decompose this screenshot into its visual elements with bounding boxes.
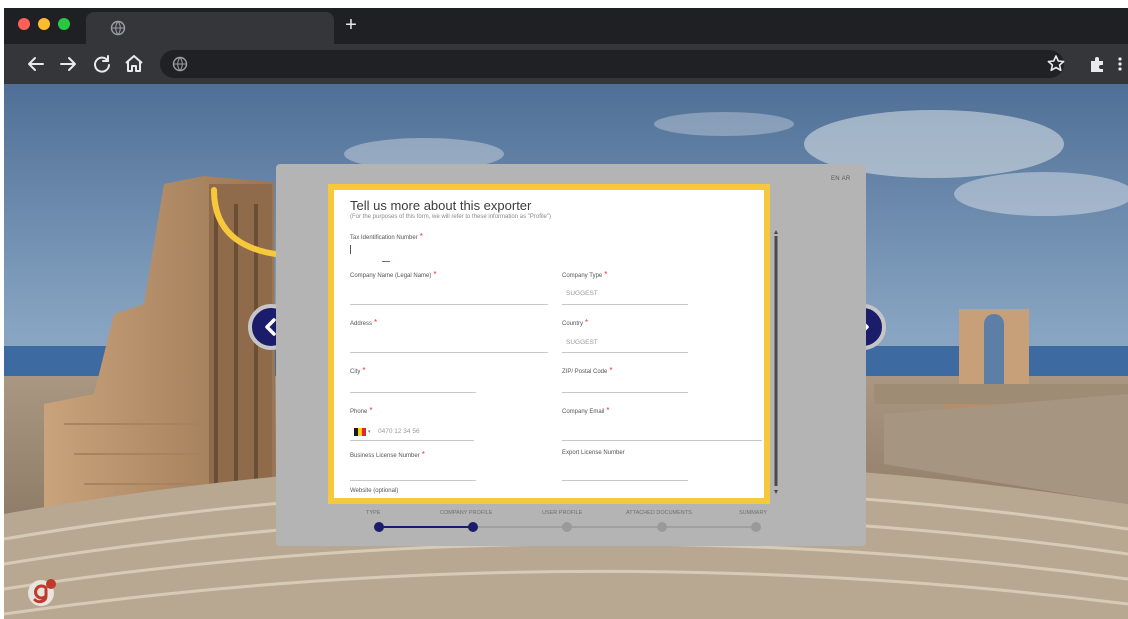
address-input[interactable] [350, 352, 548, 353]
required-marker: * [585, 318, 589, 327]
form-subtitle: (For the purposes of this form, we will … [350, 214, 552, 220]
site-info-icon[interactable] [172, 56, 188, 72]
website-label: Website (optional) [350, 488, 399, 494]
browser-window: + EN AR Tell us more about this exporter… [4, 8, 1128, 619]
arrow-left-icon[interactable] [24, 52, 48, 76]
zip-input[interactable] [562, 392, 688, 393]
language-toggle[interactable]: EN AR [831, 176, 851, 182]
required-marker: * [369, 406, 373, 415]
company-type-input[interactable] [562, 304, 688, 305]
tax-id-input[interactable] [382, 261, 390, 262]
close-window-button[interactable] [18, 18, 30, 30]
minimize-window-button[interactable] [38, 18, 50, 30]
business-license-label: Business License Number * [350, 450, 425, 459]
step-type-label: TYPE [366, 510, 381, 516]
address-bar[interactable] [160, 50, 1064, 78]
city-label-text: City [350, 369, 361, 375]
star-icon[interactable] [1044, 52, 1068, 76]
step-summary-dot[interactable] [751, 522, 761, 532]
step-company-profile-dot[interactable] [468, 522, 478, 532]
address-label: Address * [350, 318, 377, 327]
form-modal: EN AR Tell us more about this exporter (… [276, 164, 866, 546]
step-company-profile-label: COMPANY PROFILE [440, 510, 493, 516]
city-input[interactable] [350, 392, 476, 393]
business-license-label-text: Business License Number [350, 453, 420, 459]
form-title: Tell us more about this exporter [350, 198, 532, 213]
progress-stepper: TYPE COMPANY PROFILE USER PROFILE ATTACH… [346, 510, 768, 538]
home-icon[interactable] [122, 52, 146, 76]
page-viewport: EN AR Tell us more about this exporter (… [4, 84, 1128, 619]
zip-label-text: ZIP/ Postal Code [562, 369, 608, 375]
step-summary-label: SUMMARY [739, 510, 768, 516]
company-type-label: Company Type * [562, 270, 607, 279]
country-label-text: Country [562, 321, 584, 327]
tab-strip: + [4, 8, 1128, 44]
company-email-label: Company Email * [562, 406, 609, 415]
kebab-menu-icon[interactable] [1114, 52, 1126, 76]
belgium-flag-icon[interactable] [354, 428, 366, 436]
phone-label: Phone * [350, 406, 372, 415]
exporter-form-card: Tell us more about this exporter (For th… [328, 184, 770, 504]
country-placeholder: SUGGEST [566, 339, 598, 346]
company-type-placeholder: SUGGEST [566, 290, 598, 297]
form-scrollbar[interactable] [774, 230, 778, 494]
maximize-window-button[interactable] [58, 18, 70, 30]
required-marker: * [362, 366, 366, 375]
company-name-label-text: Company Name (Legal Name) [350, 273, 432, 279]
step-attached-documents-label: ATTACHED DOCUMENTS [626, 510, 692, 516]
g-logo-icon[interactable] [26, 576, 58, 608]
required-marker: * [374, 318, 378, 327]
company-type-label-text: Company Type [562, 273, 603, 279]
phone-input[interactable] [350, 440, 474, 441]
zip-label: ZIP/ Postal Code * [562, 366, 612, 375]
puzzle-icon[interactable] [1086, 52, 1110, 76]
country-label: Country * [562, 318, 588, 327]
phone-placeholder: 0470 12 34 56 [378, 428, 420, 435]
reload-icon[interactable] [90, 52, 114, 76]
required-marker: * [609, 366, 613, 375]
company-email-input[interactable] [562, 440, 762, 441]
business-license-input[interactable] [350, 480, 476, 481]
text-caret [350, 245, 351, 254]
step-connector-done [379, 526, 474, 528]
tax-id-label: Tax Identification Number * [350, 232, 423, 241]
step-attached-documents-dot[interactable] [657, 522, 667, 532]
city-label: City * [350, 366, 365, 375]
required-marker: * [606, 406, 610, 415]
export-license-input[interactable] [562, 480, 688, 481]
step-connector-todo [474, 526, 758, 528]
export-license-label: Export License Number [562, 450, 625, 456]
required-marker: * [604, 270, 608, 279]
country-input[interactable] [562, 352, 688, 353]
address-label-text: Address [350, 321, 373, 327]
required-marker: * [419, 232, 423, 241]
required-marker: * [433, 270, 437, 279]
arrow-right-icon[interactable] [56, 52, 80, 76]
step-user-profile-dot[interactable] [562, 522, 572, 532]
company-name-input[interactable] [350, 304, 548, 305]
export-license-label-text: Export License Number [562, 450, 625, 456]
phone-label-text: Phone [350, 409, 368, 415]
tax-id-label-text: Tax Identification Number [350, 235, 418, 241]
browser-tab[interactable] [86, 12, 334, 44]
company-email-label-text: Company Email [562, 409, 605, 415]
new-tab-button[interactable]: + [340, 14, 362, 36]
globe-icon [110, 20, 126, 36]
chevron-down-icon[interactable]: ▾ [368, 429, 371, 435]
exporter-form: Tell us more about this exporter (For th… [334, 190, 764, 498]
required-marker: * [421, 450, 425, 459]
browser-toolbar [4, 44, 1128, 84]
step-type-dot[interactable] [374, 522, 384, 532]
company-name-label: Company Name (Legal Name) * [350, 270, 437, 279]
step-user-profile-label: USER PROFILE [542, 510, 583, 516]
